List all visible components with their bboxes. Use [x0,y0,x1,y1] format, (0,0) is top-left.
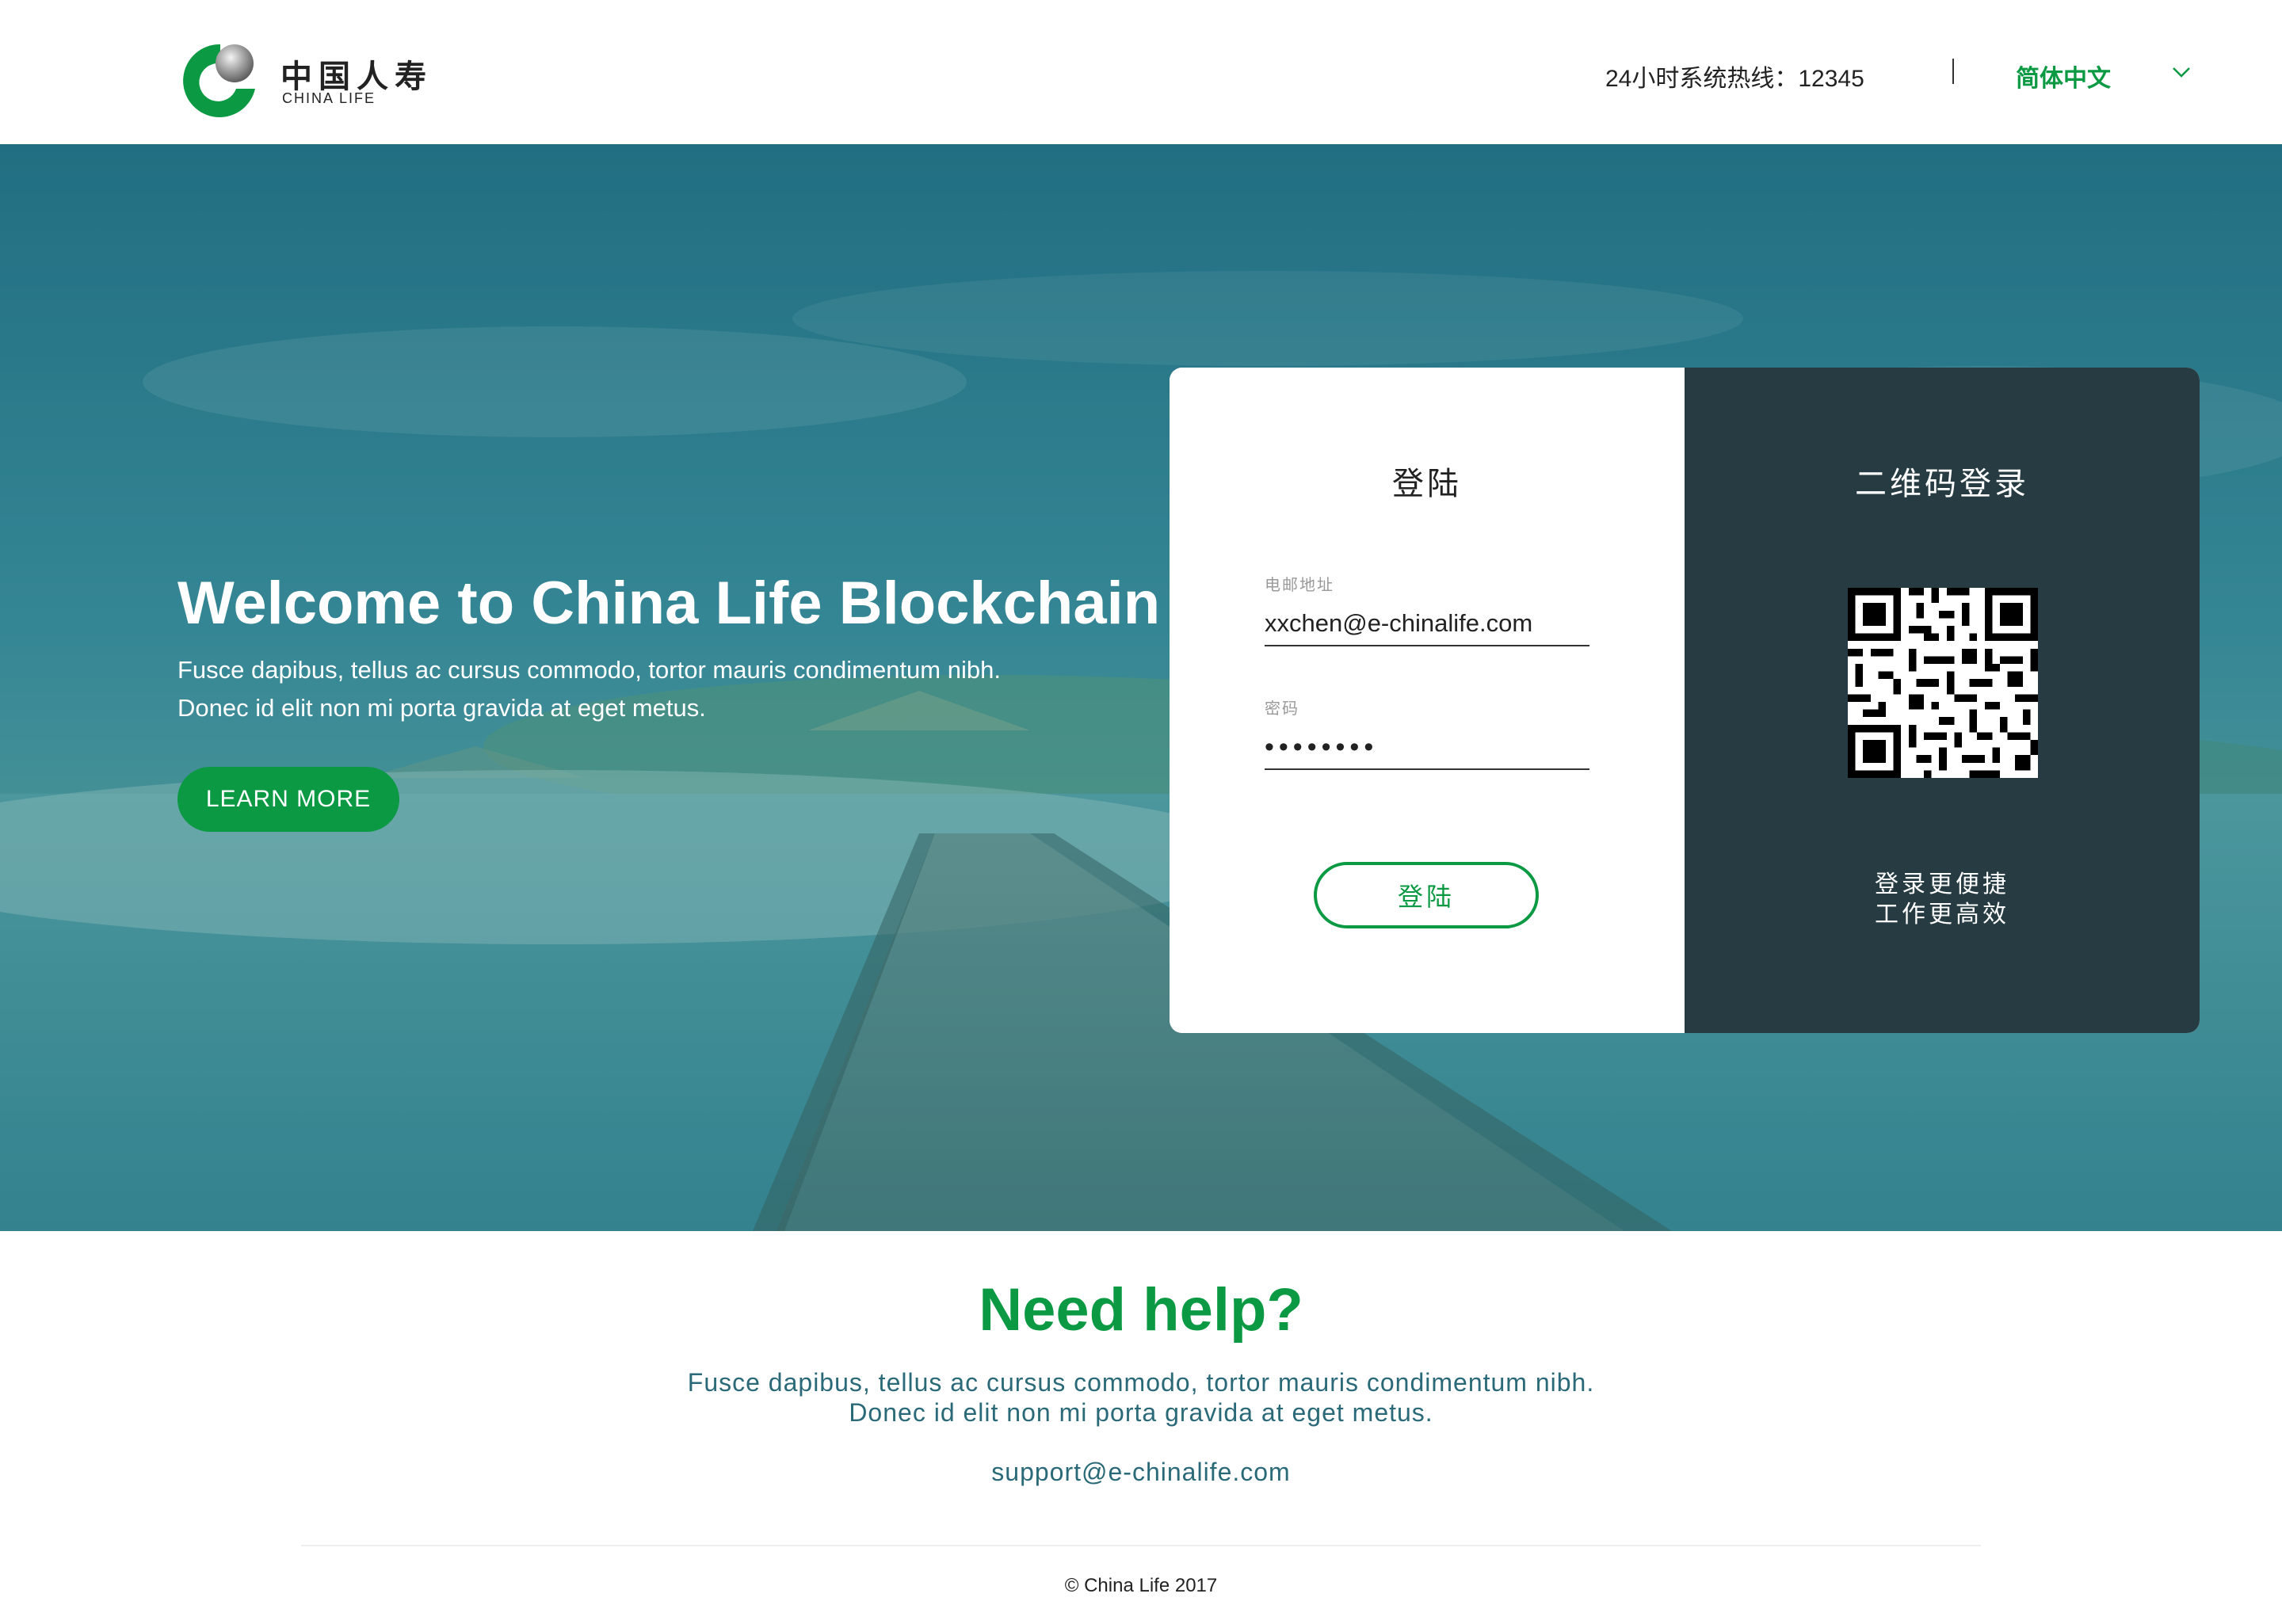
help-email-row: support@e-chinalife.com [0,1458,2282,1487]
hero-subtitle: Fusce dapibus, tellus ac cursus commodo,… [177,651,1001,727]
china-life-logo[interactable]: 中国人寿 CHINA LIFE [177,40,447,122]
site-header: 中国人寿 CHINA LIFE 24小时系统热线：12345 简体中文 [0,0,2282,144]
header-divider [1952,59,1954,84]
help-title: Need help? [979,1276,1303,1344]
login-form-panel: 登陆 电邮地址 密码 登陆 [1170,368,1685,1033]
hero-section: Welcome to China Life Blockchain Fusce d… [0,144,2282,1231]
login-card: 登陆 电邮地址 密码 登陆 二维码登录 [1170,368,2200,1033]
china-life-logo-icon [183,44,255,117]
login-submit-button[interactable]: 登陆 [1314,862,1539,928]
help-description-line: Fusce dapibus, tellus ac cursus commodo,… [687,1368,1595,1397]
chevron-down-icon [2173,67,2190,78]
hotline-text: 24小时系统热线：12345 [1605,66,1864,92]
support-email-link[interactable]: support@e-chinalife.com [991,1458,1290,1486]
password-field[interactable] [1265,726,1589,770]
copyright-text: © China Life 2017 [1064,1575,1218,1596]
qr-login-panel: 二维码登录 登录更便捷 工作更高效 [1685,368,2200,1033]
login-title: 登陆 [1392,467,1462,501]
password-field-label: 密码 [1265,700,1299,718]
learn-more-button[interactable]: LEARN MORE [177,767,399,832]
hero-title: Welcome to China Life Blockchain [177,570,1161,637]
qr-login-title: 二维码登录 [1855,467,2029,501]
qr-caption-line: 登录更便捷 [1875,871,2009,898]
footer-divider [301,1545,1981,1546]
help-description-line: Donec id elit non mi porta gravida at eg… [849,1398,1433,1427]
email-field-label: 电邮地址 [1265,577,1334,594]
qr-code-icon[interactable] [1848,588,2038,778]
qr-caption-line: 工作更高效 [1875,902,2009,928]
hero-subtitle-line: Donec id elit non mi porta gravida at eg… [177,694,706,722]
language-selected-label: 简体中文 [2016,66,2111,92]
language-select[interactable]: 简体中文 [2013,51,2203,95]
qr-caption: 登录更便捷 工作更高效 [1685,870,2200,930]
email-field[interactable] [1265,602,1589,646]
logo-name-english: CHINA LIFE [282,90,376,106]
help-description: Fusce dapibus, tellus ac cursus commodo,… [0,1367,2282,1428]
hero-subtitle-line: Fusce dapibus, tellus ac cursus commodo,… [177,656,1001,684]
